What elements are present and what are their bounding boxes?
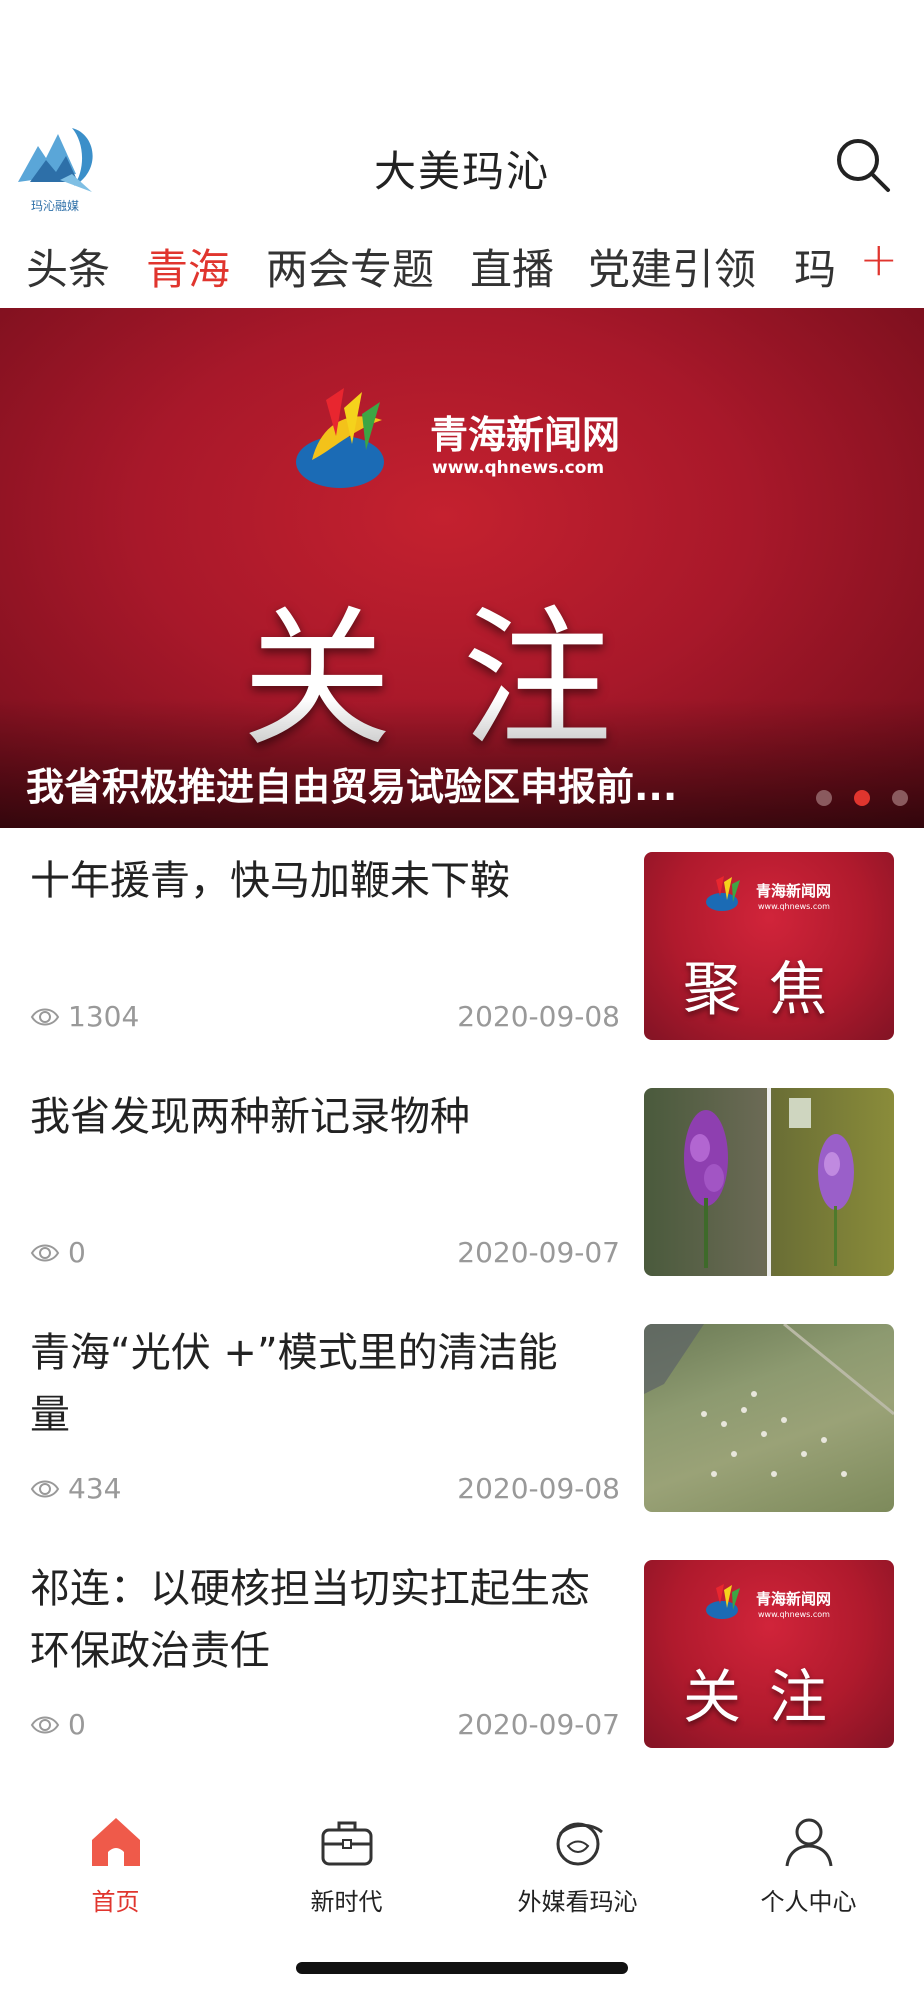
- tab-qinghai[interactable]: 青海: [146, 236, 230, 297]
- carousel-dot[interactable]: [892, 790, 908, 806]
- thumb-word: 聚焦: [682, 955, 855, 1023]
- bottom-nav: 首页 新时代 外媒看玛沁 个人中心: [0, 1800, 924, 1920]
- thumb-brand: 青海新闻网: [756, 882, 832, 900]
- briefcase-icon: [321, 1821, 373, 1866]
- news-logo-icon: [706, 876, 740, 911]
- tab-toutiao[interactable]: 头条: [26, 236, 110, 297]
- user-icon: [785, 1818, 833, 1867]
- nav-profile[interactable]: 个人中心: [693, 1800, 924, 1920]
- view-count: 1304: [68, 1000, 140, 1033]
- view-count: 0: [68, 1236, 86, 1269]
- news-thumbnail-flowers: [644, 1088, 894, 1276]
- news-meta: 0 2020-09-07: [30, 1236, 620, 1270]
- banner-carousel[interactable]: 青海新闻网 www.qhnews.com 关注 我省积极推进自由贸易试验区申报前…: [0, 308, 924, 828]
- tab-live[interactable]: 直播: [470, 236, 554, 297]
- thumb-url: www.qhnews.com: [758, 1610, 830, 1619]
- svg-text:玛沁融媒: 玛沁融媒: [31, 199, 79, 213]
- search-icon[interactable]: [832, 134, 894, 196]
- news-item[interactable]: 青海“光伏 +”模式里的清洁能量 434 2020-09-08: [0, 1300, 924, 1536]
- news-meta: 0 2020-09-07: [30, 1708, 620, 1742]
- nav-home[interactable]: 首页: [0, 1800, 231, 1920]
- news-title: 我省发现两种新记录物种: [30, 1094, 470, 1140]
- carousel-dot-active[interactable]: [854, 790, 870, 806]
- carousel-dots: [794, 790, 908, 810]
- news-meta: 434 2020-09-08: [30, 1472, 620, 1506]
- news-title: 祁连：以硬核担当切实扛起生态环保政治责任: [30, 1566, 590, 1674]
- flower-photo: [684, 1088, 854, 1276]
- publish-date: 2020-09-07: [457, 1236, 620, 1269]
- news-logo-icon: [706, 1584, 740, 1619]
- eye-icon: [30, 1480, 60, 1498]
- nav-new-era[interactable]: 新时代: [231, 1800, 462, 1920]
- channel-tabs: 头条 青海 两会专题 直播 党建引领 玛 +: [0, 228, 924, 308]
- nav-label: 新时代: [310, 1888, 383, 1916]
- thumb-brand: 青海新闻网: [756, 1590, 832, 1608]
- thumb-word: 关注: [682, 1663, 855, 1731]
- news-title: 青海“光伏 +”模式里的清洁能量: [30, 1330, 558, 1438]
- banner-brand: 青海新闻网: [430, 413, 621, 457]
- home-indicator[interactable]: [296, 1962, 628, 1974]
- eye-icon: [30, 1008, 60, 1026]
- nav-label: 首页: [91, 1888, 140, 1916]
- banner-url: www.qhnews.com: [432, 458, 605, 478]
- publish-date: 2020-09-08: [457, 1000, 620, 1033]
- view-count: 0: [68, 1708, 86, 1741]
- carousel-dot[interactable]: [816, 790, 832, 806]
- news-item[interactable]: 祁连：以硬核担当切实扛起生态环保政治责任 0 2020-09-07 青海新闻网 …: [0, 1536, 924, 1772]
- app-title: 大美玛沁: [373, 147, 550, 196]
- news-thumbnail-field: [644, 1324, 894, 1512]
- eye-icon: [30, 1244, 60, 1262]
- banner-caption[interactable]: 我省积极推进自由贸易试验区申报前...: [26, 756, 756, 811]
- news-item[interactable]: 我省发现两种新记录物种 0 2020-09-07: [0, 1064, 924, 1300]
- news-meta: 1304 2020-09-08: [30, 1000, 620, 1034]
- nav-label: 外媒看玛沁: [517, 1888, 638, 1916]
- home-icon: [92, 1818, 140, 1866]
- tab-ma[interactable]: 玛: [794, 236, 836, 297]
- publish-date: 2020-09-08: [457, 1472, 620, 1505]
- publish-date: 2020-09-07: [457, 1708, 620, 1741]
- news-thumbnail: 青海新闻网 www.qhnews.com 聚焦: [644, 852, 894, 1040]
- news-title: 十年援青，快马加鞭未下鞍: [30, 858, 510, 904]
- view-count: 434: [68, 1472, 122, 1505]
- add-channel-icon[interactable]: +: [859, 232, 898, 286]
- nav-label: 个人中心: [760, 1888, 857, 1916]
- news-item[interactable]: 十年援青，快马加鞭未下鞍 1304 2020-09-08 青海新闻网 www.q…: [0, 828, 924, 1064]
- globe-icon: [556, 1822, 603, 1866]
- tab-party[interactable]: 党建引领: [588, 236, 756, 297]
- nav-foreign-media[interactable]: 外媒看玛沁: [462, 1800, 693, 1920]
- thumb-url: www.qhnews.com: [758, 902, 830, 911]
- eye-icon: [30, 1716, 60, 1734]
- solar-field-photo: [644, 1324, 894, 1477]
- tab-lianghui[interactable]: 两会专题: [266, 236, 434, 297]
- news-thumbnail: 青海新闻网 www.qhnews.com 关注: [644, 1560, 894, 1748]
- app-header: 玛沁融媒 大美玛沁: [0, 108, 924, 216]
